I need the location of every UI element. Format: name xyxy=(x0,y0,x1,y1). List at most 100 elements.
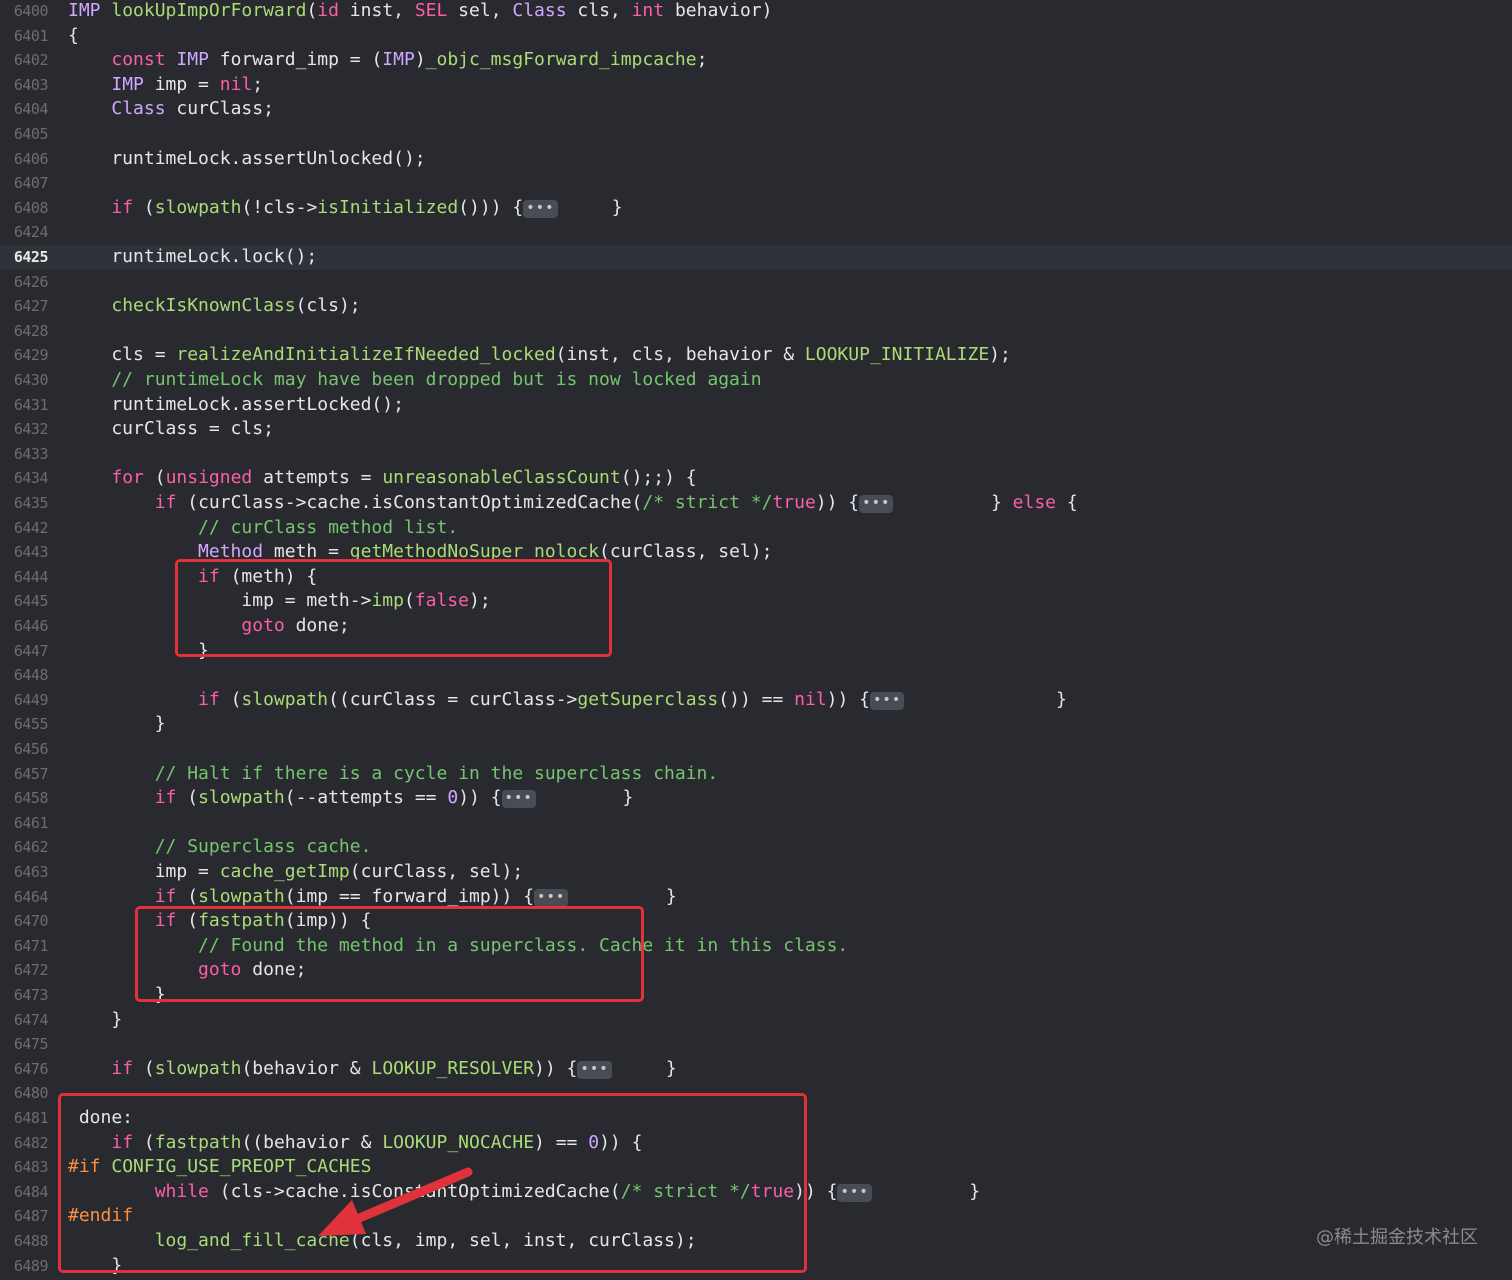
code-token: else xyxy=(1012,492,1057,513)
code-text: } xyxy=(68,712,166,737)
code-token: )) { xyxy=(794,1180,838,1202)
code-token: (imp == forward_imp)) { xyxy=(284,885,535,907)
code-line[interactable]: 6404 Class curClass; xyxy=(0,97,1512,122)
code-token: } xyxy=(68,1254,123,1276)
code-line[interactable]: 6463 imp = cache_getImp(curClass, sel); xyxy=(0,860,1512,885)
code-line[interactable]: 6481 done: xyxy=(0,1106,1512,1131)
fold-ellipsis-button[interactable]: ••• xyxy=(859,495,894,513)
code-line[interactable]: 6406 runtimeLock.assertUnlocked(); xyxy=(0,147,1512,172)
line-number: 6406 xyxy=(13,149,49,168)
code-line[interactable]: 6431 runtimeLock.assertLocked(); xyxy=(0,393,1512,418)
code-line[interactable]: 6458 if (slowpath(--attempts == 0)) {•••… xyxy=(0,786,1512,811)
code-token: ) xyxy=(414,49,426,71)
code-line[interactable]: 6448 xyxy=(0,663,1512,688)
code-token: sel, xyxy=(447,0,513,21)
code-line[interactable]: 6487 #endif xyxy=(0,1204,1512,1229)
code-line[interactable]: 6447 } xyxy=(0,639,1512,664)
code-text: } xyxy=(68,983,166,1008)
fold-ellipsis-button[interactable]: ••• xyxy=(523,199,558,218)
code-token: ( xyxy=(403,590,415,612)
code-token: if xyxy=(198,565,220,587)
code-line[interactable]: 6475 xyxy=(0,1032,1512,1057)
code-line[interactable]: 6457 // Halt if there is a cycle in the … xyxy=(0,762,1512,787)
code-line[interactable]: 6401 { xyxy=(0,24,1512,49)
code-line[interactable]: 6444 if (meth) { xyxy=(0,565,1512,590)
code-token: unsigned xyxy=(165,467,253,489)
code-token: id xyxy=(317,0,339,21)
code-line[interactable]: 6408 if (slowpath(!cls->isInitialized())… xyxy=(0,196,1512,221)
code-line[interactable]: 6424 xyxy=(0,220,1512,245)
code-line[interactable]: 6432 curClass = cls; xyxy=(0,417,1512,442)
code-line[interactable]: 6434 for (unsigned attempts = unreasonab… xyxy=(0,466,1512,491)
code-token: cache_getImp xyxy=(219,861,350,882)
code-line[interactable]: 6425 runtimeLock.lock(); xyxy=(0,245,1512,270)
code-line[interactable]: 6402 const IMP forward_imp = (IMP)_objc_… xyxy=(0,48,1512,73)
code-line[interactable]: 6407 xyxy=(0,171,1512,196)
code-line[interactable]: 6476 if (slowpath(behavior & LOOKUP_RESO… xyxy=(0,1057,1512,1082)
code-line[interactable]: 6482 if (fastpath((behavior & LOOKUP_NOC… xyxy=(0,1131,1512,1156)
code-line[interactable]: 6442 // curClass method list. xyxy=(0,516,1512,541)
fold-ellipsis-button[interactable]: ••• xyxy=(870,691,905,710)
code-line[interactable]: 6433 xyxy=(0,442,1512,467)
code-text: imp = cache_getImp(curClass, sel); xyxy=(68,860,523,885)
fold-ellipsis-button[interactable]: ••• xyxy=(577,1060,612,1079)
code-line[interactable]: 6488 log_and_fill_cache(cls, imp, sel, i… xyxy=(0,1229,1512,1254)
code-line[interactable]: 6430 // runtimeLock may have been droppe… xyxy=(0,368,1512,393)
fold-ellipsis-button[interactable]: ••• xyxy=(534,888,569,907)
code-token: ( xyxy=(133,1057,155,1079)
code-line[interactable]: 6456 xyxy=(0,737,1512,762)
code-line[interactable]: 6470 if (fastpath(imp)) { xyxy=(0,909,1512,934)
code-line[interactable]: 6489 } xyxy=(0,1254,1512,1279)
code-line[interactable]: 6480 xyxy=(0,1081,1512,1106)
code-line[interactable]: 6462 // Superclass cache. xyxy=(0,835,1512,860)
code-line[interactable]: 6483 #if CONFIG_USE_PREOPT_CACHES xyxy=(0,1155,1512,1180)
code-line[interactable]: 6429 cls = realizeAndInitializeIfNeeded_… xyxy=(0,343,1512,368)
line-number: 6443 xyxy=(13,543,49,562)
code-editor[interactable]: 6400 IMP lookUpImpOrForward(id inst, SEL … xyxy=(0,0,1512,1280)
code-text: if (fastpath(imp)) { xyxy=(68,909,372,934)
code-line[interactable]: 6403 IMP imp = nil; xyxy=(0,73,1512,98)
code-line[interactable]: 6455 } xyxy=(0,712,1512,737)
code-line[interactable]: 6473 } xyxy=(0,983,1512,1008)
code-line[interactable]: 6464 if (slowpath(imp == forward_imp)) {… xyxy=(0,885,1512,910)
code-line[interactable]: 6446 goto done; xyxy=(0,614,1512,639)
code-token: if xyxy=(111,1131,134,1153)
code-token: ( xyxy=(306,0,318,21)
code-line[interactable]: 6427 checkIsKnownClass(cls); xyxy=(0,294,1512,319)
line-number: 6442 xyxy=(13,518,49,537)
code-line[interactable]: 6461 xyxy=(0,811,1512,836)
code-line[interactable]: 6445 imp = meth->imp(false); xyxy=(0,589,1512,614)
fold-ellipsis-button[interactable]: ••• xyxy=(837,1183,872,1202)
code-text: runtimeLock.assertLocked(); xyxy=(68,393,404,418)
code-line[interactable]: 6471 // Found the method in a superclass… xyxy=(0,934,1512,959)
code-line[interactable]: 6472 goto done; xyxy=(0,958,1512,983)
code-line[interactable]: 6449 if (slowpath((curClass = curClass->… xyxy=(0,688,1512,713)
code-line[interactable]: 6435 if (curClass->cache.isConstantOptim… xyxy=(0,491,1512,516)
fold-ellipsis-button[interactable]: ••• xyxy=(501,790,536,809)
code-token: cls, xyxy=(566,0,632,21)
code-line[interactable]: 6428 xyxy=(0,319,1512,344)
code-token: nil xyxy=(219,73,253,95)
code-token: isInitialized xyxy=(317,196,459,218)
code-token: false xyxy=(414,590,469,612)
code-line[interactable]: 6400 IMP lookUpImpOrForward(id inst, SEL … xyxy=(0,0,1512,24)
code-text: IMP lookUpImpOrForward(id inst, SEL sel,… xyxy=(68,0,772,24)
code-token: ) == xyxy=(534,1131,589,1153)
code-text: goto done; xyxy=(68,614,349,639)
code-token: curClass = cls; xyxy=(68,418,274,440)
code-line[interactable]: 6426 xyxy=(0,270,1512,295)
code-line[interactable]: 6484 while (cls->cache.isConstantOptimiz… xyxy=(0,1180,1512,1205)
code-token: forward_imp = ( xyxy=(208,49,383,71)
code-token: )) { xyxy=(458,787,502,809)
code-line[interactable]: 6405 xyxy=(0,122,1512,147)
code-line[interactable]: 6443 Method meth = getMethodNoSuper_nolo… xyxy=(0,540,1512,565)
code-line[interactable]: 6474 } xyxy=(0,1008,1512,1033)
code-text: goto done; xyxy=(68,958,306,983)
code-token: if xyxy=(154,885,177,907)
line-number: 6408 xyxy=(13,198,49,217)
code-token: Class xyxy=(111,98,166,120)
